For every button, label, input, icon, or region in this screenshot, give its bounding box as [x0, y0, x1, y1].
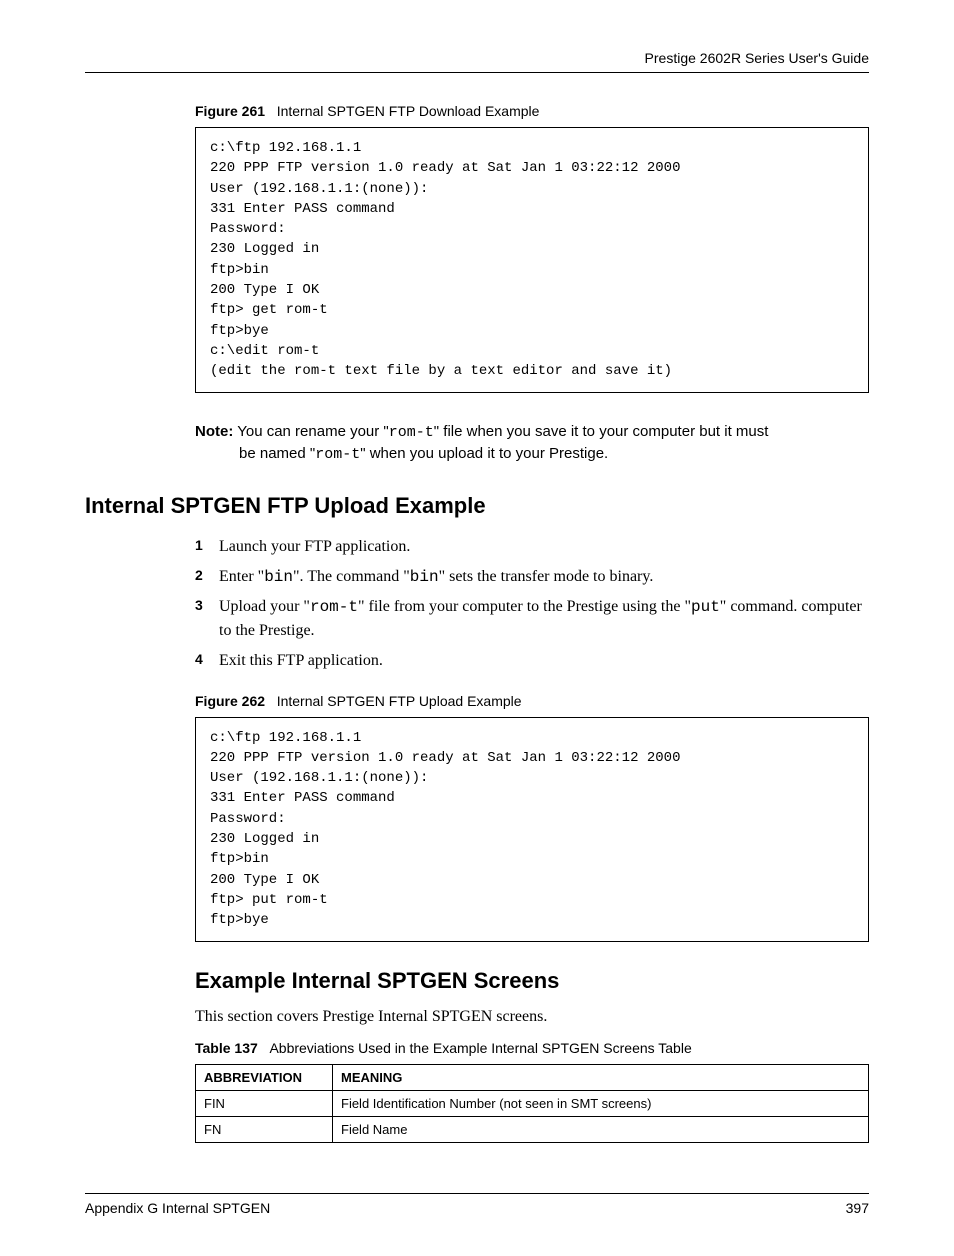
note-text-2a: be named " — [239, 445, 315, 462]
footer-appendix: Appendix G Internal SPTGEN — [85, 1200, 270, 1216]
list-item-text: Enter "bin". The command "bin" sets the … — [219, 565, 869, 589]
inline-code: bin — [410, 568, 439, 586]
figure-262-title: Internal SPTGEN FTP Upload Example — [277, 693, 522, 709]
table-header-row: ABBREVIATIONMEANING — [196, 1064, 869, 1090]
table-137-caption: Table 137 Abbreviations Used in the Exam… — [195, 1040, 869, 1056]
inline-text: Exit this FTP application. — [219, 652, 383, 669]
inline-text: Upload your " — [219, 598, 310, 615]
guide-title: Prestige 2602R Series User's Guide — [645, 50, 869, 66]
list-item-number: 1 — [195, 535, 213, 559]
note-block: Note: You can rename your "rom-t" file w… — [195, 421, 869, 465]
table-row: FINField Identification Number (not seen… — [196, 1090, 869, 1116]
page-footer: Appendix G Internal SPTGEN 397 — [85, 1193, 869, 1216]
note-text-2b: " when you upload it to your Prestige. — [360, 445, 608, 462]
list-item: 3Upload your "rom-t" file from your comp… — [195, 595, 869, 643]
table-header-cell: ABBREVIATION — [196, 1064, 333, 1090]
table-cell: Field Name — [333, 1116, 869, 1142]
inline-text: " sets the transfer mode to binary. — [439, 568, 654, 585]
note-text-1b: " file when you save it to your computer… — [434, 423, 769, 440]
table-row: FNField Name — [196, 1116, 869, 1142]
figure-261-label: Figure 261 — [195, 103, 265, 119]
list-item-number: 2 — [195, 565, 213, 589]
list-item-text: Exit this FTP application. — [219, 649, 869, 673]
note-label: Note: — [195, 423, 233, 440]
figure-261-title: Internal SPTGEN FTP Download Example — [277, 103, 540, 119]
figure-262-caption: Figure 262 Internal SPTGEN FTP Upload Ex… — [195, 693, 869, 709]
table-header-cell: MEANING — [333, 1064, 869, 1090]
inline-text: " file from your computer to the Prestig… — [358, 598, 691, 615]
abbreviation-table: ABBREVIATIONMEANING FINField Identificat… — [195, 1064, 869, 1143]
table-137-title: Abbreviations Used in the Example Intern… — [269, 1040, 691, 1056]
list-item-number: 4 — [195, 649, 213, 673]
list-item: 2Enter "bin". The command "bin" sets the… — [195, 565, 869, 589]
table-cell: FIN — [196, 1090, 333, 1116]
note-code-1: rom-t — [389, 424, 434, 441]
note-text-1a: You can rename your " — [233, 423, 388, 440]
note-code-2: rom-t — [315, 446, 360, 463]
steps-list: 1Launch your FTP application.2Enter "bin… — [195, 535, 869, 673]
inline-text: ". The command " — [293, 568, 410, 585]
table-cell: Field Identification Number (not seen in… — [333, 1090, 869, 1116]
list-item-text: Launch your FTP application. — [219, 535, 869, 559]
list-item: 4 Exit this FTP application. — [195, 649, 869, 673]
figure-262-label: Figure 262 — [195, 693, 265, 709]
inline-code: put — [691, 598, 720, 616]
list-item-number: 3 — [195, 595, 213, 643]
inline-code: rom-t — [310, 598, 358, 616]
section-heading-upload: Internal SPTGEN FTP Upload Example — [85, 493, 869, 519]
section-heading-screens: Example Internal SPTGEN Screens — [195, 968, 869, 994]
section2-paragraph: This section covers Prestige Internal SP… — [195, 1008, 869, 1026]
figure-261-caption: Figure 261 Internal SPTGEN FTP Download … — [195, 103, 869, 119]
inline-text: Launch your FTP application. — [219, 538, 410, 555]
list-item: 1 Launch your FTP application. — [195, 535, 869, 559]
page-header: Prestige 2602R Series User's Guide — [85, 50, 869, 73]
figure-262-code: c:\ftp 192.168.1.1 220 PPP FTP version 1… — [195, 717, 869, 942]
table-137-label: Table 137 — [195, 1040, 258, 1056]
footer-page-number: 397 — [846, 1200, 869, 1216]
list-item-text: Upload your "rom-t" file from your compu… — [219, 595, 869, 643]
figure-261-code: c:\ftp 192.168.1.1 220 PPP FTP version 1… — [195, 127, 869, 393]
inline-code: bin — [264, 568, 293, 586]
table-cell: FN — [196, 1116, 333, 1142]
inline-text: Enter " — [219, 568, 264, 585]
